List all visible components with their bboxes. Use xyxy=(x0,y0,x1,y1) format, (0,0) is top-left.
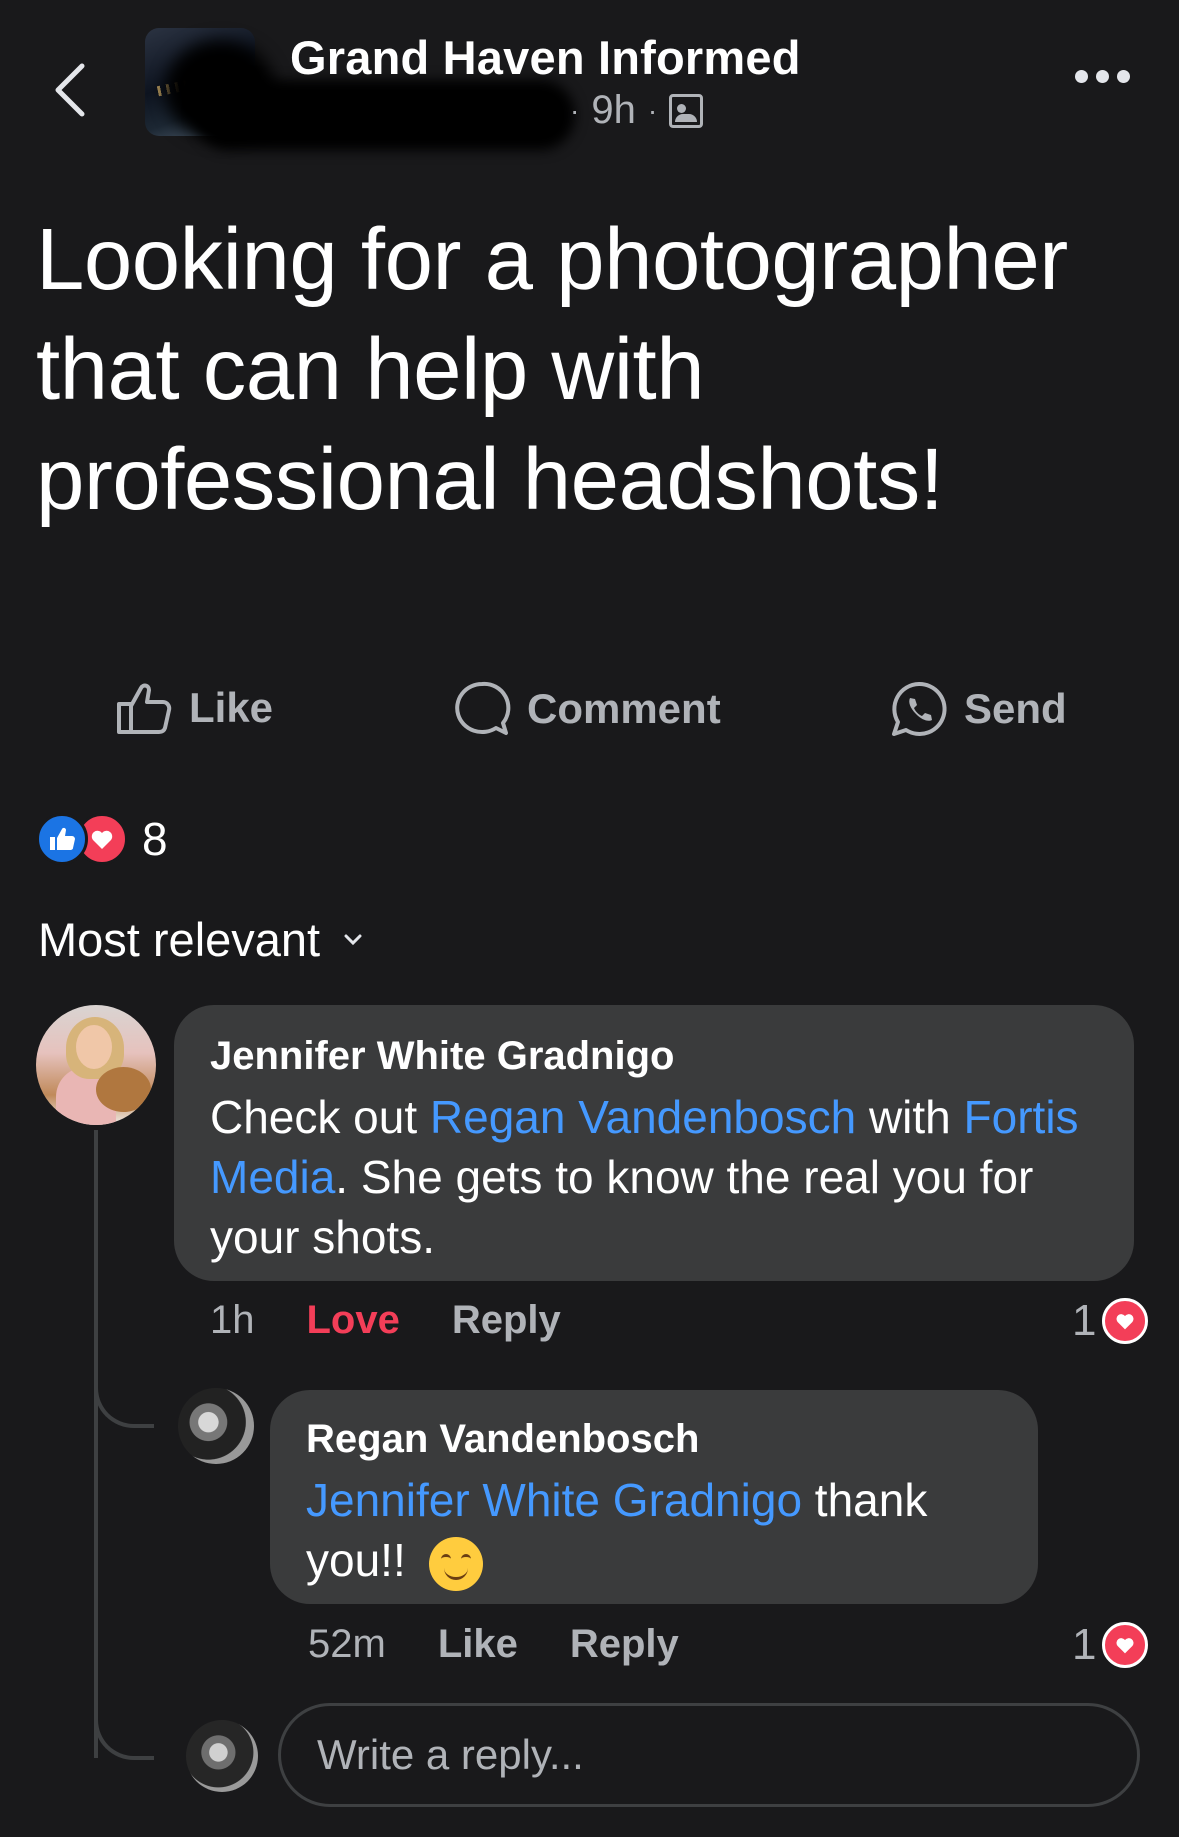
reaction-count: 8 xyxy=(142,813,168,865)
reply-button[interactable]: Reply xyxy=(570,1622,679,1667)
love-button[interactable]: Love xyxy=(307,1298,400,1343)
thread-connector xyxy=(94,1332,154,1428)
comment-bubble-icon xyxy=(455,681,511,735)
avatar xyxy=(186,1720,258,1792)
mention-link[interactable]: Jennifer White Gradnigo xyxy=(306,1474,802,1526)
redaction-mark xyxy=(195,80,575,150)
like-reaction-icon xyxy=(36,813,88,865)
comment-actions: 1h Love Reply xyxy=(210,1298,561,1343)
more-options-button[interactable] xyxy=(1075,70,1130,83)
comment-text: Jennifer White Gradnigo thank you!! xyxy=(306,1470,1002,1591)
comment-text: Check out Regan Vandenbosch with Fortis … xyxy=(210,1087,1098,1267)
comment-text-part: Check out xyxy=(210,1091,430,1143)
comment-bubble: Jennifer White Gradnigo Check out Regan … xyxy=(174,1005,1134,1281)
smiling-emoji-icon xyxy=(428,1536,483,1591)
post-text: Looking for a photographer that can help… xyxy=(36,211,1068,528)
send-button[interactable]: Send xyxy=(890,680,1067,738)
post-actions: Like Comment Send xyxy=(0,680,1179,760)
chevron-down-icon xyxy=(344,934,362,945)
like-button[interactable]: Like xyxy=(115,680,273,736)
meta-separator: · xyxy=(570,94,580,126)
more-dot-icon xyxy=(1117,70,1130,83)
like-label: Like xyxy=(189,684,274,731)
comment-author[interactable]: Jennifer White Gradnigo xyxy=(210,1031,1098,1081)
reply-field[interactable] xyxy=(278,1703,1140,1807)
comment-text-part: with xyxy=(856,1091,964,1143)
reply-input[interactable] xyxy=(315,1730,1137,1780)
comment-author[interactable]: Regan Vandenbosch xyxy=(306,1414,1002,1464)
reply-button[interactable]: Reply xyxy=(452,1298,561,1343)
mention-link[interactable]: Regan Vandenbosch xyxy=(430,1091,856,1143)
chevron-left-icon xyxy=(55,63,85,117)
comment-reaction-count: 1 xyxy=(1072,1620,1097,1669)
heart-icon xyxy=(1102,1298,1149,1344)
post-meta: · 9h · xyxy=(570,88,704,133)
comment-time[interactable]: 1h xyxy=(210,1298,255,1343)
send-label: Send xyxy=(964,685,1067,732)
reply-bubble: Regan Vandenbosch Jennifer White Gradnig… xyxy=(270,1390,1038,1604)
comment-actions: 52m Like Reply xyxy=(308,1622,679,1667)
group-name[interactable]: Grand Haven Informed xyxy=(290,30,801,85)
thread-connector xyxy=(94,1660,154,1760)
comment-sort-dropdown[interactable]: Most relevant xyxy=(38,912,362,967)
whatsapp-icon xyxy=(892,681,947,736)
post-time[interactable]: 9h xyxy=(591,88,636,133)
comment-reaction-count: 1 xyxy=(1072,1296,1097,1345)
avatar[interactable] xyxy=(36,1005,156,1125)
private-group-icon xyxy=(669,93,704,128)
more-dot-icon xyxy=(1075,70,1088,83)
comment-reaction-badge[interactable]: 1 xyxy=(1072,1620,1149,1670)
like-button[interactable]: Like xyxy=(438,1622,518,1667)
reaction-summary[interactable]: 8 xyxy=(36,812,168,866)
comment-label: Comment xyxy=(527,685,721,732)
comment-reaction-badge[interactable]: 1 xyxy=(1072,1296,1149,1346)
comment-time[interactable]: 52m xyxy=(308,1622,386,1667)
meta-separator: · xyxy=(647,94,658,126)
avatar[interactable] xyxy=(178,1388,254,1464)
thumbs-up-icon xyxy=(117,683,172,734)
more-dot-icon xyxy=(1096,70,1109,83)
sort-label: Most relevant xyxy=(38,913,321,966)
back-button[interactable] xyxy=(50,60,90,120)
heart-icon xyxy=(1102,1622,1149,1668)
comment-button[interactable]: Comment xyxy=(453,680,721,738)
